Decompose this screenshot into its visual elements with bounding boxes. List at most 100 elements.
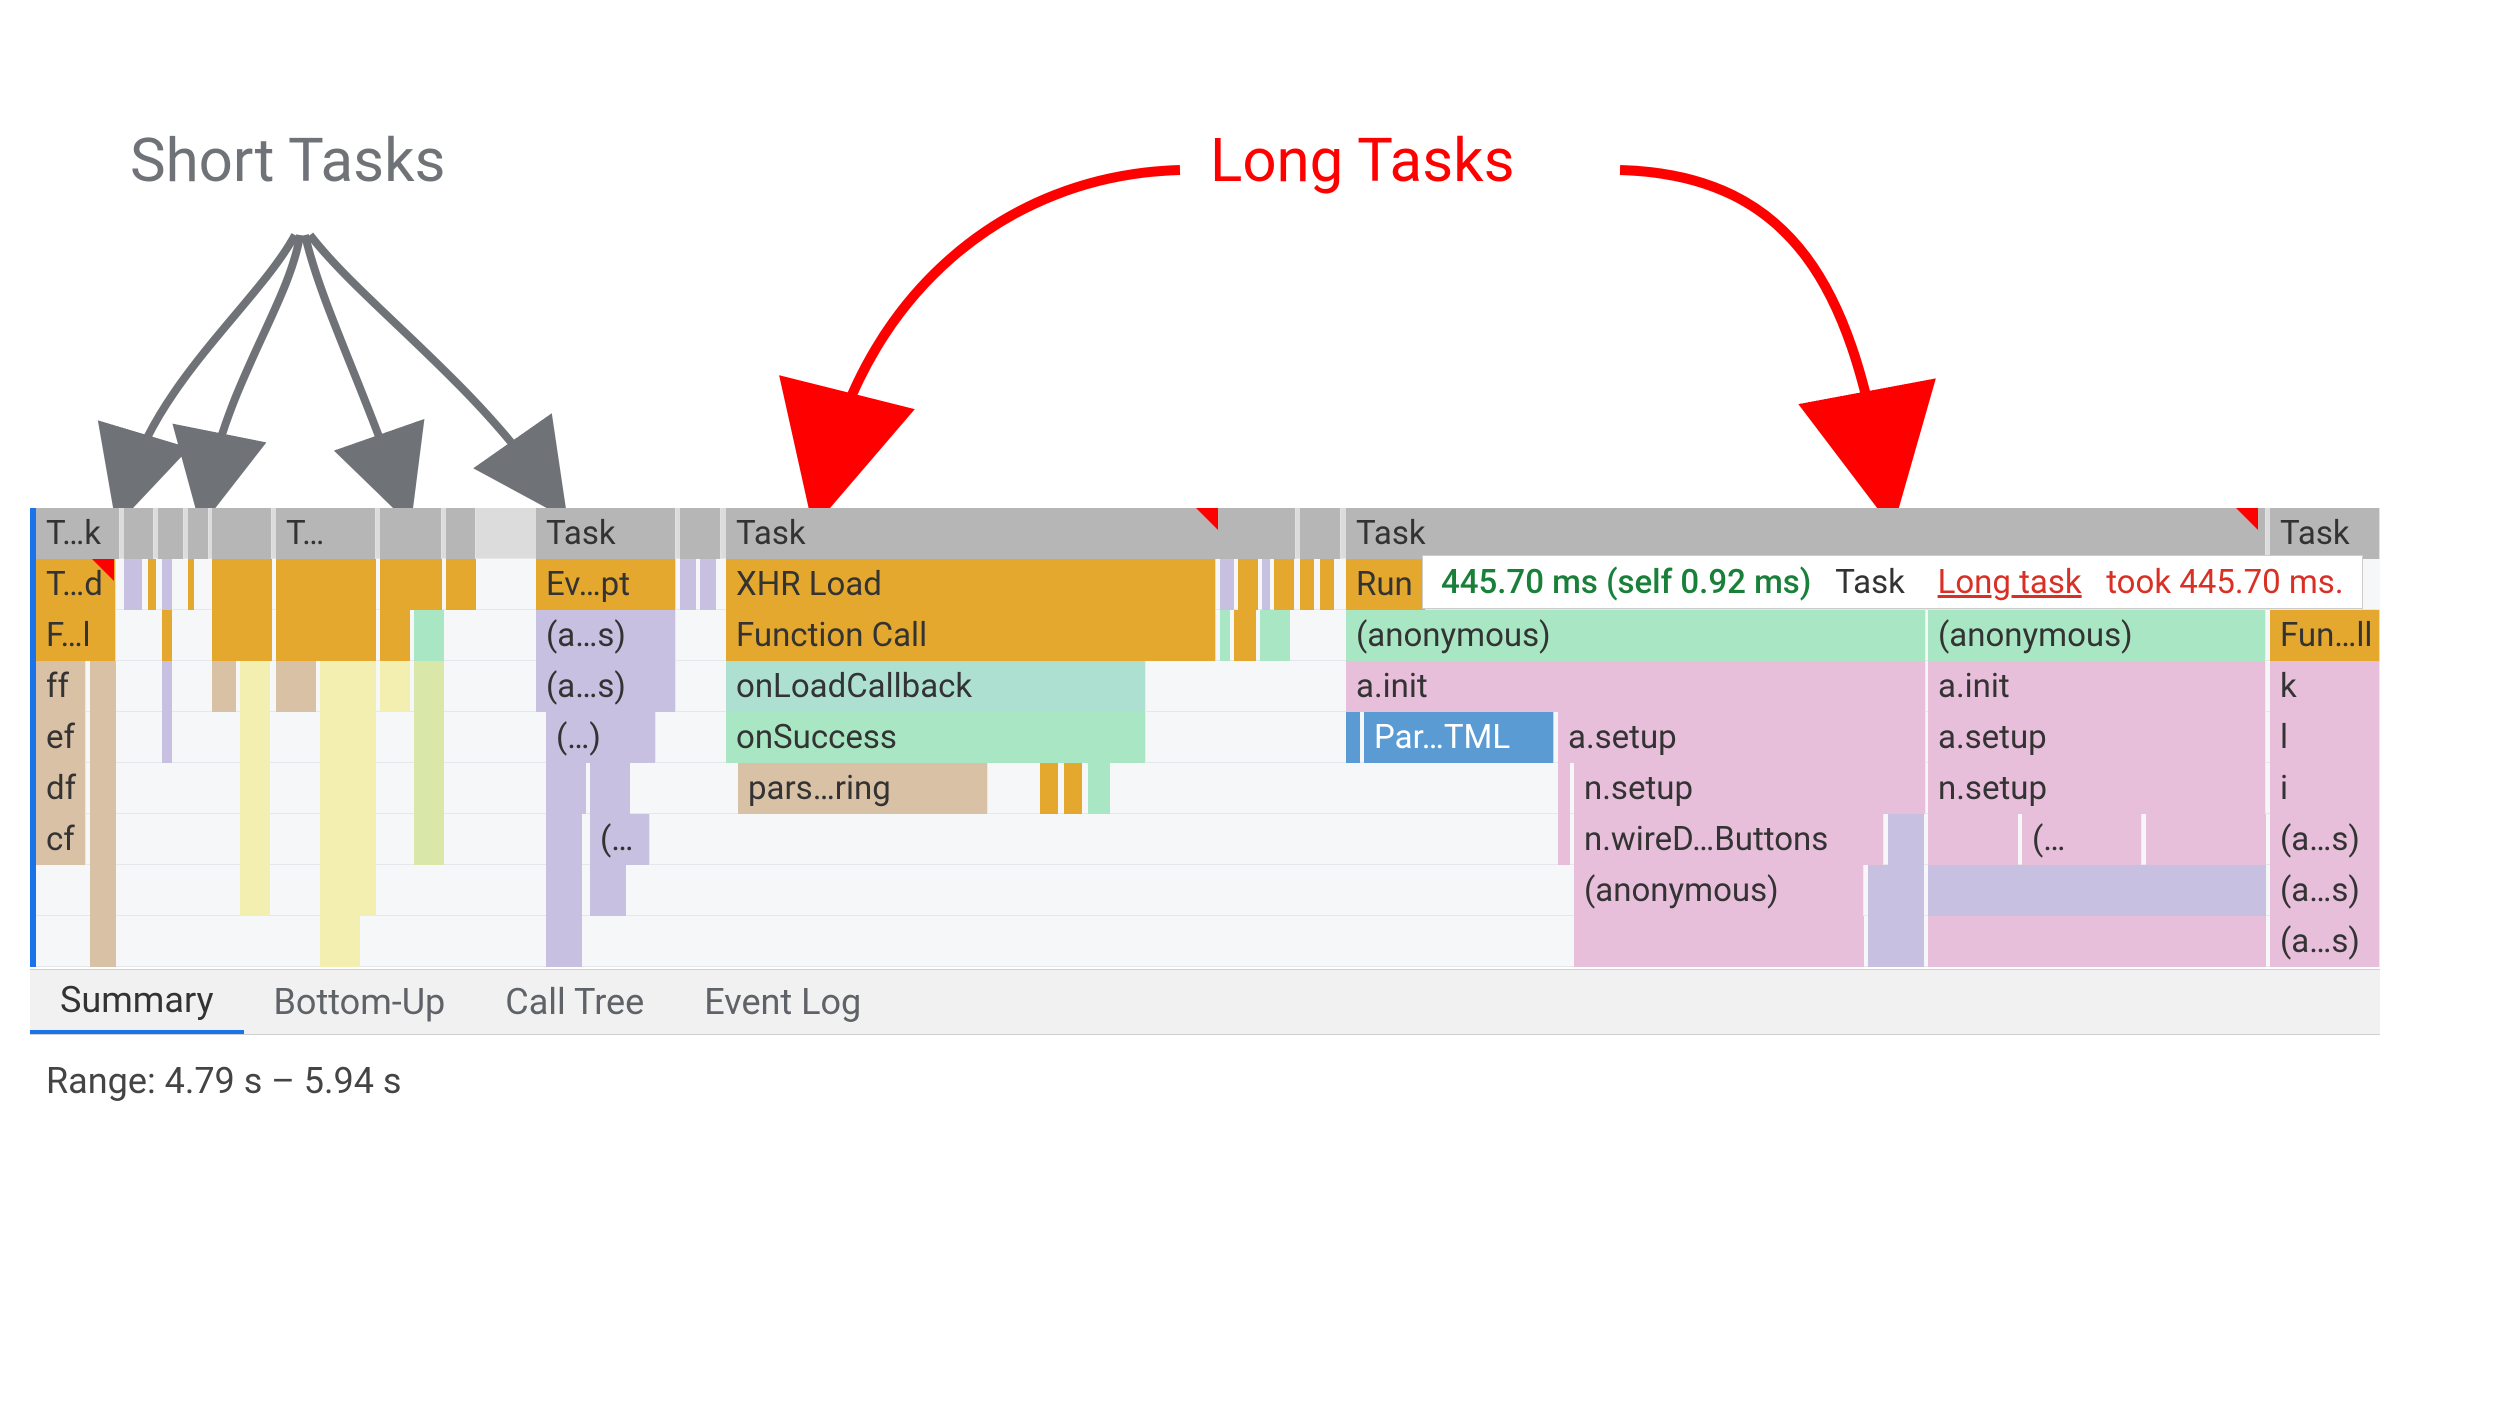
call-stripe: [162, 559, 172, 610]
call-stripe: [414, 661, 444, 712]
call-stripe: [1320, 559, 1334, 610]
task-block[interactable]: [1320, 508, 1341, 559]
call-stripe: [1234, 610, 1256, 661]
call-stripe: [240, 814, 270, 865]
call-block[interactable]: n.setup: [1928, 763, 2266, 814]
call-block[interactable]: i: [2270, 763, 2380, 814]
call-stripe: [162, 610, 172, 661]
call-block[interactable]: ef: [36, 712, 86, 763]
call-stripe: [414, 814, 444, 865]
call-stripe: [1928, 814, 2018, 865]
long-task-marker-icon: [92, 559, 114, 581]
call-stripe: [1928, 865, 2266, 916]
call-stripe: [1574, 916, 1864, 967]
task-block[interactable]: [212, 508, 272, 559]
tooltip-long-task-link[interactable]: Long task: [1938, 563, 2082, 602]
call-block[interactable]: (a…s): [2270, 865, 2380, 916]
call-block[interactable]: Fun…ll: [2270, 610, 2380, 661]
tab-event-log[interactable]: Event Log: [674, 970, 891, 1034]
task-block[interactable]: T…k: [36, 508, 120, 559]
task-block[interactable]: [158, 508, 184, 559]
task-block[interactable]: [700, 508, 721, 559]
call-stripe: [90, 661, 116, 712]
call-stripe: [590, 865, 626, 916]
call-block[interactable]: (a…s): [2270, 814, 2380, 865]
call-block[interactable]: a.init: [1346, 661, 1926, 712]
range-label: Range: 4.79 s – 5.94 s: [46, 1060, 401, 1102]
call-stripe: [276, 661, 316, 712]
call-block[interactable]: (…: [2022, 814, 2142, 865]
task-block[interactable]: [124, 508, 154, 559]
call-stripe: [1346, 712, 1360, 763]
call-stripe: [320, 712, 376, 763]
call-stripe: [90, 763, 116, 814]
call-block[interactable]: (a…s): [536, 610, 676, 661]
call-block[interactable]: n.setup: [1574, 763, 1926, 814]
tooltip-task-label: Task: [1835, 563, 1905, 602]
call-block[interactable]: Run: [1346, 559, 1426, 610]
call-stripe: [162, 661, 172, 712]
call-stripe: [1274, 559, 1294, 610]
call-block[interactable]: a.setup: [1558, 712, 1926, 763]
call-block[interactable]: (…): [546, 712, 656, 763]
tooltip-took-text: took 445.70 ms.: [2106, 563, 2343, 602]
call-stripe: [1220, 610, 1230, 661]
flame-row: (a…s): [36, 916, 2380, 967]
call-block[interactable]: n.wireD…Buttons: [1574, 814, 1884, 865]
call-block[interactable]: k: [2270, 661, 2380, 712]
call-block[interactable]: onLoadCallback: [726, 661, 1146, 712]
call-stripe: [124, 559, 142, 610]
task-block[interactable]: [1300, 508, 1321, 559]
call-block[interactable]: a.init: [1928, 661, 2266, 712]
call-block[interactable]: ff: [36, 661, 86, 712]
call-block[interactable]: cf: [36, 814, 86, 865]
task-block[interactable]: Task: [536, 508, 676, 559]
task-block[interactable]: T…: [276, 508, 376, 559]
call-block[interactable]: Ev…pt: [536, 559, 676, 610]
annotation-long-tasks: Long Tasks: [1210, 125, 1515, 196]
call-block[interactable]: F…l: [36, 610, 116, 661]
call-block[interactable]: l: [2270, 712, 2380, 763]
long-task-marker-icon: [2236, 508, 2258, 530]
call-stripe: [90, 865, 116, 916]
call-block[interactable]: (anonymous): [1574, 865, 1864, 916]
call-stripe: [148, 559, 156, 610]
call-block[interactable]: Function Call: [726, 610, 1216, 661]
call-stripe: [446, 559, 476, 610]
tab-bottom-up[interactable]: Bottom-Up: [244, 970, 476, 1034]
call-stripe: [380, 559, 442, 610]
call-stripe: [240, 712, 270, 763]
call-block[interactable]: (anonymous): [1346, 610, 1926, 661]
flame-row: (anonymous) (a…s): [36, 865, 2380, 916]
call-stripe: [320, 763, 376, 814]
call-stripe: [90, 712, 116, 763]
call-stripe: [1300, 559, 1314, 610]
call-stripe: [700, 559, 716, 610]
task-block[interactable]: Task: [2270, 508, 2380, 559]
call-stripe: [2146, 814, 2266, 865]
call-block[interactable]: (a…s): [536, 661, 676, 712]
call-stripe: [276, 610, 376, 661]
call-block[interactable]: Par…TML: [1364, 712, 1554, 763]
task-block[interactable]: [188, 508, 209, 559]
task-block[interactable]: [380, 508, 442, 559]
long-task-tooltip: 445.70 ms (self 0.92 ms) Task Long task …: [1422, 555, 2363, 609]
call-block[interactable]: a.setup: [1928, 712, 2266, 763]
call-stripe: [414, 763, 444, 814]
call-block[interactable]: (a…s): [2270, 916, 2380, 967]
call-stripe: [240, 661, 270, 712]
tab-call-tree[interactable]: Call Tree: [475, 970, 674, 1034]
call-block[interactable]: onSuccess: [726, 712, 1146, 763]
call-stripe: [240, 763, 270, 814]
task-block[interactable]: [680, 508, 701, 559]
call-block[interactable]: pars…ring: [738, 763, 988, 814]
tab-summary[interactable]: Summary: [30, 970, 244, 1034]
call-block[interactable]: (anonymous): [1928, 610, 2266, 661]
call-block[interactable]: (…: [590, 814, 650, 865]
call-stripe: [1088, 763, 1110, 814]
call-block[interactable]: XHR Load: [726, 559, 1216, 610]
call-stripe: [1262, 559, 1270, 610]
task-block[interactable]: [446, 508, 476, 559]
task-block[interactable]: Task: [1346, 508, 2266, 559]
call-block[interactable]: df: [36, 763, 86, 814]
